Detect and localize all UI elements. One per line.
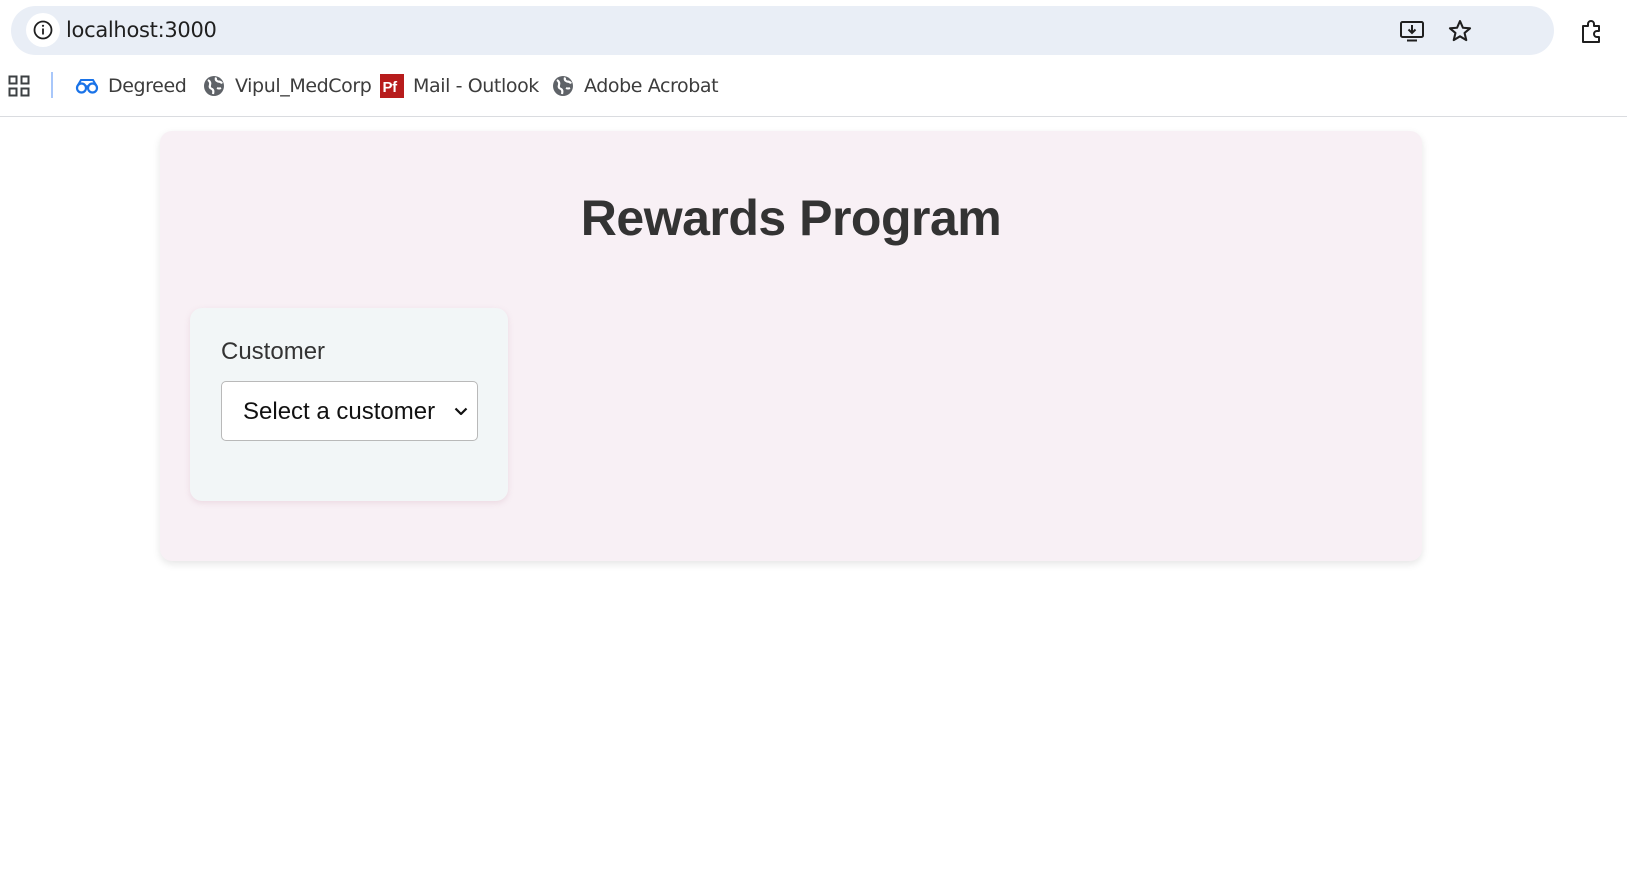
chevron-down-icon xyxy=(453,403,469,419)
svg-text:Pf: Pf xyxy=(383,79,399,96)
bookmark-adobe-acrobat[interactable]: Adobe Acrobat xyxy=(551,73,719,99)
customer-select[interactable]: Select a customer xyxy=(221,381,478,441)
degreed-glasses-icon xyxy=(75,74,99,98)
rewards-card: Rewards Program Customer Select a custom… xyxy=(160,131,1422,561)
puzzle-piece-icon[interactable] xyxy=(1578,17,1606,45)
bookmark-degreed[interactable]: Degreed xyxy=(75,73,187,99)
bookmarks-bar: Degreed Vipul_MedCorp Pf Mail - Outlook xyxy=(0,62,1627,117)
customer-filter-card: Customer Select a customer xyxy=(190,308,508,501)
globe-icon xyxy=(202,74,226,98)
bookmark-vipul-medcorp[interactable]: Vipul_MedCorp xyxy=(202,73,372,99)
page-title: Rewards Program xyxy=(580,190,1002,246)
address-bar[interactable]: localhost:3000 xyxy=(11,6,1554,55)
bookmark-label: Degreed xyxy=(108,75,187,97)
apps-grid-icon[interactable] xyxy=(8,75,30,97)
customer-select-value: Select a customer xyxy=(243,398,436,425)
bookmarks-separator xyxy=(51,72,53,98)
bookmark-label: Mail - Outlook xyxy=(413,75,539,97)
install-app-icon[interactable] xyxy=(1399,18,1425,44)
globe-icon xyxy=(551,74,575,98)
url-text[interactable]: localhost:3000 xyxy=(66,18,217,42)
bookmark-mail-outlook[interactable]: Pf Mail - Outlook xyxy=(380,73,539,99)
page-content: Rewards Program Customer Select a custom… xyxy=(0,117,1627,888)
customer-label: Customer xyxy=(221,338,326,365)
bookmark-label: Vipul_MedCorp xyxy=(235,75,372,97)
bookmark-label: Adobe Acrobat xyxy=(584,75,719,97)
pdf-pf-icon: Pf xyxy=(380,74,404,98)
browser-toolbar: localhost:3000 xyxy=(0,0,1627,62)
star-icon[interactable] xyxy=(1447,18,1473,44)
info-icon[interactable] xyxy=(26,13,60,47)
